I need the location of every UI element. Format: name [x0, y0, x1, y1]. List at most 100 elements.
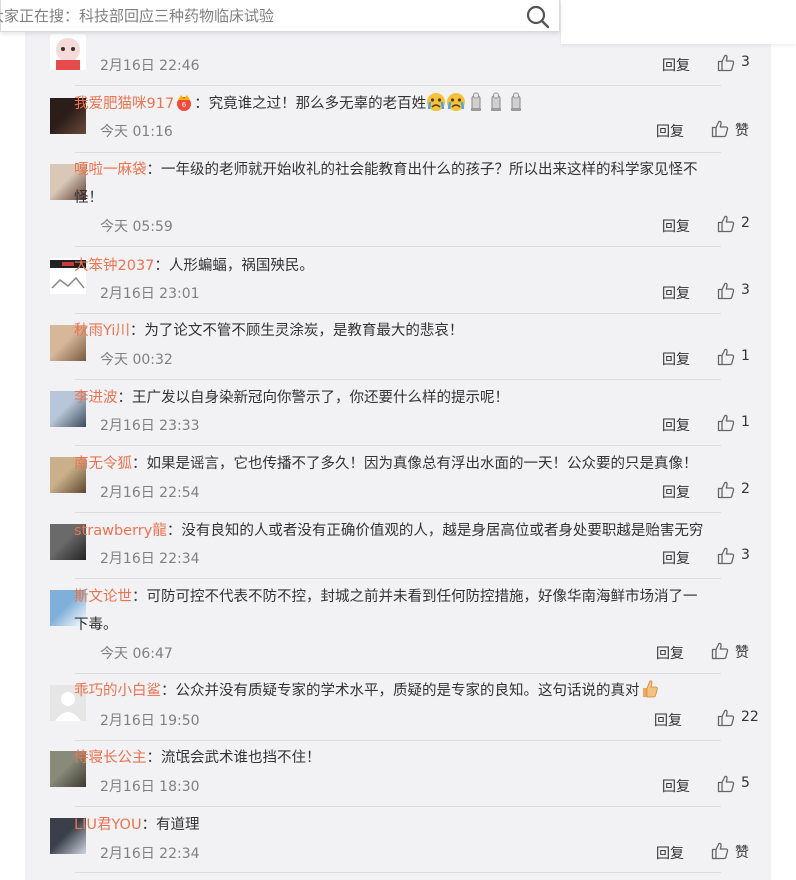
reply-button[interactable]: 回复 [662, 415, 690, 435]
top-bar-right [561, 0, 796, 44]
comment-time: 2月16日 19:50 [100, 713, 200, 729]
comment-time: 2月16日 22:54 [100, 485, 200, 501]
thumbs-up-icon [717, 54, 735, 72]
thumbs-up-icon [717, 348, 735, 366]
like-count: 3 [741, 282, 750, 298]
search-icon[interactable] [525, 4, 551, 30]
like-count: 赞 [735, 645, 749, 661]
comment-divider [75, 740, 721, 741]
reply-button[interactable]: 回复 [656, 643, 684, 663]
thumbs-up-emoji-icon [642, 680, 658, 698]
comment-text-line: 秋雨Yi川：为了论文不管不顾生灵涂炭，是教育最大的悲哀！ [74, 317, 724, 345]
comment-divider [75, 872, 721, 873]
comment-username[interactable]: 侍寝长公主 [74, 750, 147, 766]
comment-text-continued: 怪！ [74, 190, 103, 206]
reply-button[interactable]: 回复 [662, 482, 690, 502]
svg-text:6: 6 [182, 101, 187, 109]
comment-text: ：有道理 [141, 817, 200, 833]
comment-divider [75, 578, 721, 579]
comment-time: 2月16日 23:33 [100, 418, 200, 434]
comment-text: ：公众并没有质疑专家的学术水平，质疑的是专家的良知。这句话说的真对 [161, 683, 640, 699]
comment-divider [75, 246, 721, 247]
comment-username[interactable]: 大笨钟2037 [74, 258, 154, 274]
like-count: 3 [741, 54, 750, 70]
candle-icon [491, 92, 502, 111]
comment-username[interactable]: LIU君YOU [74, 817, 142, 833]
comment-username[interactable]: 秋雨Yi川 [74, 323, 130, 339]
comment-divider [75, 445, 721, 446]
comment-divider [75, 152, 721, 153]
like-count: 1 [741, 414, 750, 430]
comment-text-line: 李进波：王广发以自身染新冠向你警示了，你还要什么样的提示呢！ [74, 384, 724, 412]
comment-username[interactable]: strawberry龍 [74, 523, 167, 539]
comment-time: 2月16日 22:34 [100, 846, 200, 862]
reply-button[interactable]: 回复 [662, 283, 690, 303]
thumbs-up-icon [717, 282, 735, 300]
thumbs-up-icon [717, 775, 735, 793]
candle-icon [471, 92, 482, 111]
reply-button[interactable]: 回复 [656, 843, 684, 863]
like-count: 2 [741, 481, 750, 497]
thumbs-up-icon [717, 709, 735, 727]
comment-username[interactable]: 南无令狐 [74, 456, 132, 472]
thumbs-up-icon [717, 547, 735, 565]
comment-username[interactable]: 李进波 [74, 390, 118, 406]
comment-text-continued: 下毒。 [74, 617, 118, 633]
comment-text: ：王广发以自身染新冠向你警示了，你还要什么样的提示呢！ [117, 390, 510, 406]
thumbs-up-icon [711, 642, 729, 660]
comment-username[interactable]: 斯文论世 [74, 589, 132, 605]
like-count: 22 [741, 709, 759, 725]
comment-text: ：一年级的老师就开始收礼的社会能教育出什么的孩子？所以出来这样的科学家见怪不 [146, 162, 698, 178]
reply-button[interactable]: 回复 [662, 216, 690, 236]
comment-time: 今天 05:59 [100, 219, 173, 235]
comment-text-line: 斯文论世：可防可控不代表不防不控，封城之前并未看到任何防控措施，好像华南海鲜市场… [74, 583, 724, 611]
like-count: 3 [741, 547, 750, 563]
comment-username[interactable]: 嘎啦一麻袋 [74, 162, 147, 178]
comment-time: 今天 01:16 [100, 124, 173, 140]
comment-divider [75, 379, 721, 380]
reply-button[interactable]: 回复 [654, 710, 682, 730]
comment-text: ：没有良知的人或者没有正确价值观的人，越是身居高位或者身处要职越是贻害无穷 [166, 523, 704, 539]
reply-button[interactable]: 回复 [662, 55, 690, 75]
comment-time: 今天 06:47 [100, 646, 173, 662]
comment-text-line: 侍寝长公主：流氓会武术谁也挡不住！ [74, 744, 724, 772]
comment-time: 2月16日 22:34 [100, 551, 200, 567]
crying-face-icon [447, 93, 466, 111]
comment-text: ：究竟谁之过！那么多无辜的老百姓 [194, 96, 427, 112]
comment-username[interactable]: 我爱肥猫咪917 [74, 96, 174, 112]
comment-divider [75, 313, 721, 314]
comment-divider [75, 673, 721, 674]
reply-button[interactable]: 回复 [662, 349, 690, 369]
comment-text-line: LIU君YOU：有道理 [74, 811, 724, 839]
crying-face-icon [427, 93, 446, 111]
comment-divider [75, 512, 721, 513]
thumbs-up-icon [717, 215, 735, 233]
reply-button[interactable]: 回复 [662, 548, 690, 568]
comment-time: 2月16日 23:01 [100, 286, 200, 302]
like-count: 赞 [735, 845, 749, 861]
comment-time: 2月16日 22:46 [100, 58, 200, 74]
vip-crown-icon: 6 [177, 95, 192, 111]
like-count: 2 [741, 215, 750, 231]
search-hot-text[interactable]: 大家正在搜：科技部回应三种药物临床试验 [0, 5, 274, 26]
like-count: 5 [741, 775, 750, 791]
comment-text-line: 乖巧的小白鲨：公众并没有质疑专家的学术水平，质疑的是专家的良知。这句话说的真对 [74, 677, 724, 705]
comment-time: 2月16日 18:30 [100, 779, 200, 795]
thumbs-up-icon [717, 481, 735, 499]
user-avatar[interactable] [50, 34, 86, 70]
comment-username[interactable]: 乖巧的小白鲨 [74, 683, 161, 699]
comment-time: 今天 00:32 [100, 352, 173, 368]
search-suggestion-bar[interactable]: 大家正在搜：科技部回应三种药物临床试验 [0, 0, 560, 32]
comment-divider [75, 85, 721, 86]
comment-text-line: 南无令狐：如果是谣言，它也传播不了多久！因为真像总有浮出水面的一天！公众要的只是… [74, 450, 724, 478]
like-count: 赞 [735, 123, 749, 139]
comment-text-line: 嘎啦一麻袋：一年级的老师就开始收礼的社会能教育出什么的孩子？所以出来这样的科学家… [74, 156, 724, 184]
comment-text-line: 我爱肥猫咪917 6 ：究竟谁之过！那么多无辜的老百姓 [74, 90, 724, 118]
reply-button[interactable]: 回复 [656, 121, 684, 141]
avatar-cartoon-icon [56, 38, 80, 70]
reply-button[interactable]: 回复 [662, 776, 690, 796]
comment-text: ：可防可控不代表不防不控，封城之前并未看到任何防控措施，好像华南海鲜市场消了一 [132, 589, 698, 605]
comment-text: ：人形蝙蝠，祸国殃民。 [154, 258, 314, 274]
comment-text: ：流氓会武术谁也挡不住！ [146, 750, 321, 766]
comment-text: ：如果是谣言，它也传播不了多久！因为真像总有浮出水面的一天！公众要的只是真像！ [132, 456, 698, 472]
